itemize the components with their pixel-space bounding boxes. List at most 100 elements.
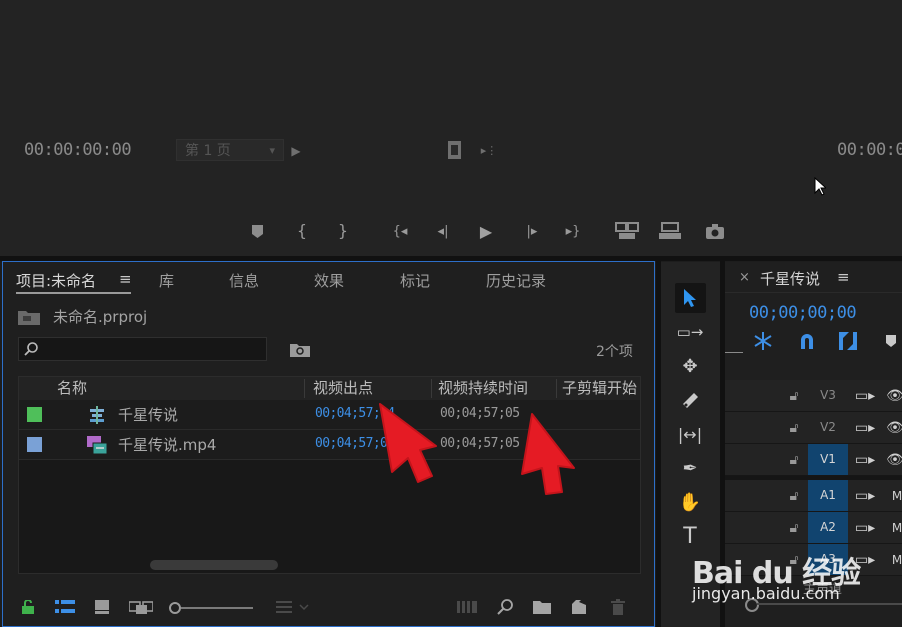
icon-view-icon[interactable] <box>92 597 112 617</box>
type-tool-icon[interactable]: T <box>675 522 705 550</box>
track-label[interactable]: V3 <box>808 380 848 411</box>
tab-underline <box>725 292 902 293</box>
tab-markers[interactable]: 标记 <box>400 270 430 291</box>
video-clip-icon <box>87 435 107 455</box>
label-color-swatch[interactable] <box>27 407 42 422</box>
tab-library[interactable]: 库 <box>159 270 174 291</box>
automate-to-sequence-icon[interactable] <box>456 598 478 616</box>
track-v2[interactable]: 🔓︎ V2 ▭▸ 👁︎ <box>725 412 902 444</box>
insert-icon[interactable] <box>614 221 640 241</box>
eye-icon[interactable]: 👁︎ <box>886 420 902 436</box>
mute-icon[interactable]: M <box>891 552 902 568</box>
column-subclip-start[interactable]: 子剪辑开始 <box>562 377 640 399</box>
tab-project[interactable]: 项目:未命名 <box>16 270 96 291</box>
lock-icon[interactable]: 🔓︎ <box>787 452 801 468</box>
audio-waveform-icon[interactable]: ▸⋮ <box>478 142 500 158</box>
track-label[interactable]: A2 <box>808 512 848 543</box>
overwrite-icon[interactable] <box>657 221 683 241</box>
column-separator <box>304 379 305 398</box>
timeline-title[interactable]: 千星传说 <box>760 268 820 289</box>
camera-icon[interactable] <box>705 221 725 241</box>
lock-icon[interactable]: 🔓︎ <box>787 488 801 504</box>
find-icon[interactable] <box>495 597 515 617</box>
page-select-label: 第 1 页 <box>185 143 231 159</box>
search-icon <box>23 340 39 358</box>
column-separator <box>556 379 557 398</box>
track-label[interactable]: V2 <box>808 412 848 443</box>
new-item-icon[interactable] <box>569 597 589 617</box>
column-name[interactable]: 名称 <box>57 377 87 399</box>
play-icon[interactable]: ▶ <box>476 221 496 241</box>
eye-icon[interactable]: 👁︎ <box>886 388 902 404</box>
item-count: 2个项 <box>596 344 633 360</box>
mark-out-icon[interactable]: } <box>335 220 351 240</box>
mute-icon[interactable]: M <box>891 488 902 504</box>
horizontal-scrollbar[interactable] <box>150 560 278 570</box>
sync-lock-icon[interactable]: ▭▸ <box>855 452 875 468</box>
label-color-swatch[interactable] <box>27 437 42 452</box>
column-video-duration[interactable]: 视频持续时间 <box>438 377 528 399</box>
selection-tool-icon[interactable] <box>675 284 705 312</box>
pen-tool-icon[interactable]: ✒ <box>675 454 705 482</box>
film-strip-icon[interactable] <box>446 140 462 160</box>
track-label[interactable]: V1 <box>808 444 848 475</box>
lock-icon[interactable]: 🔓︎ <box>787 388 801 404</box>
page-select[interactable]: 第 1 页 ▾ <box>176 139 284 161</box>
track-a1[interactable]: 🔓︎ A1 ▭▸ M <box>725 480 902 512</box>
trash-icon[interactable] <box>608 597 628 617</box>
nest-icon[interactable] <box>752 331 774 351</box>
snap-magnet-icon[interactable] <box>796 331 818 351</box>
lock-icon[interactable]: 🔓︎ <box>787 520 801 536</box>
tab-effects[interactable]: 效果 <box>314 270 344 291</box>
step-forward-icon[interactable]: |▸ <box>521 222 543 240</box>
zoom-scroll-bar[interactable] <box>757 603 902 605</box>
add-marker-icon[interactable] <box>249 222 265 240</box>
list-view-icon[interactable] <box>54 597 76 617</box>
tab-info[interactable]: 信息 <box>229 270 259 291</box>
zoom-slider[interactable] <box>181 607 253 609</box>
playhead-timecode[interactable]: 00;00;00;00 <box>749 303 857 323</box>
step-back-icon[interactable]: ◂| <box>432 222 454 240</box>
sort-icons-icon[interactable] <box>275 597 313 617</box>
ruler-tick <box>725 352 743 353</box>
ripple-edit-tool-icon[interactable]: ✥ <box>675 352 705 380</box>
track-v3[interactable]: 🔓︎ V3 ▭▸ 👁︎ <box>725 380 902 412</box>
bin-icon <box>17 306 41 326</box>
item-name: 千星传说.mp4 <box>118 436 217 454</box>
tab-history[interactable]: 历史记录 <box>486 270 546 291</box>
track-select-tool-icon[interactable]: ▭→ <box>675 318 705 346</box>
source-timecode-in[interactable]: 00:00:00:00 <box>24 140 132 160</box>
sync-lock-icon[interactable]: ▭▸ <box>855 420 875 436</box>
track-v1[interactable]: 🔓︎ V1 ▭▸ 👁︎ <box>725 444 902 476</box>
chevron-down-icon: ▾ <box>269 144 275 157</box>
column-video-out[interactable]: 视频出点 <box>313 377 373 399</box>
eye-icon[interactable]: 👁︎ <box>886 452 902 468</box>
panel-menu-icon[interactable]: ≡ <box>119 270 132 288</box>
new-bin-icon[interactable] <box>531 597 553 617</box>
lock-icon[interactable]: 🔓︎ <box>787 420 801 436</box>
project-file-name: 未命名.prproj <box>53 308 148 326</box>
add-marker-icon[interactable] <box>883 333 899 349</box>
zoom-slider-handle[interactable] <box>169 602 181 614</box>
freeform-view-icon[interactable] <box>128 597 154 617</box>
play-triangle-icon[interactable]: ▶ <box>290 143 302 159</box>
unlock-icon[interactable] <box>19 598 37 616</box>
track-a2[interactable]: 🔓︎ A2 ▭▸ M <box>725 512 902 544</box>
mute-icon[interactable]: M <box>891 520 902 536</box>
panel-menu-icon[interactable]: ≡ <box>837 268 850 286</box>
linked-selection-icon[interactable] <box>837 331 859 351</box>
close-icon[interactable]: × <box>739 270 750 285</box>
go-to-out-icon[interactable]: ▸} <box>562 222 584 240</box>
find-folder-icon[interactable] <box>289 339 311 359</box>
sync-lock-icon[interactable]: ▭▸ <box>855 520 875 536</box>
sync-lock-icon[interactable]: ▭▸ <box>855 388 875 404</box>
razor-tool-icon[interactable] <box>675 386 705 414</box>
slip-tool-icon[interactable]: |↔| <box>675 420 705 448</box>
sync-lock-icon[interactable]: ▭▸ <box>855 488 875 504</box>
mark-in-icon[interactable]: { <box>294 220 310 240</box>
project-search-input[interactable] <box>18 337 267 361</box>
go-to-in-icon[interactable]: {◂ <box>389 222 411 240</box>
track-label[interactable]: A1 <box>808 480 848 511</box>
source-monitor: 00:00:00:00 第 1 页 ▾ ▶ ▸⋮ 00:00:00 { } {◂… <box>0 0 902 256</box>
hand-tool-icon[interactable]: ✋ <box>675 488 705 516</box>
